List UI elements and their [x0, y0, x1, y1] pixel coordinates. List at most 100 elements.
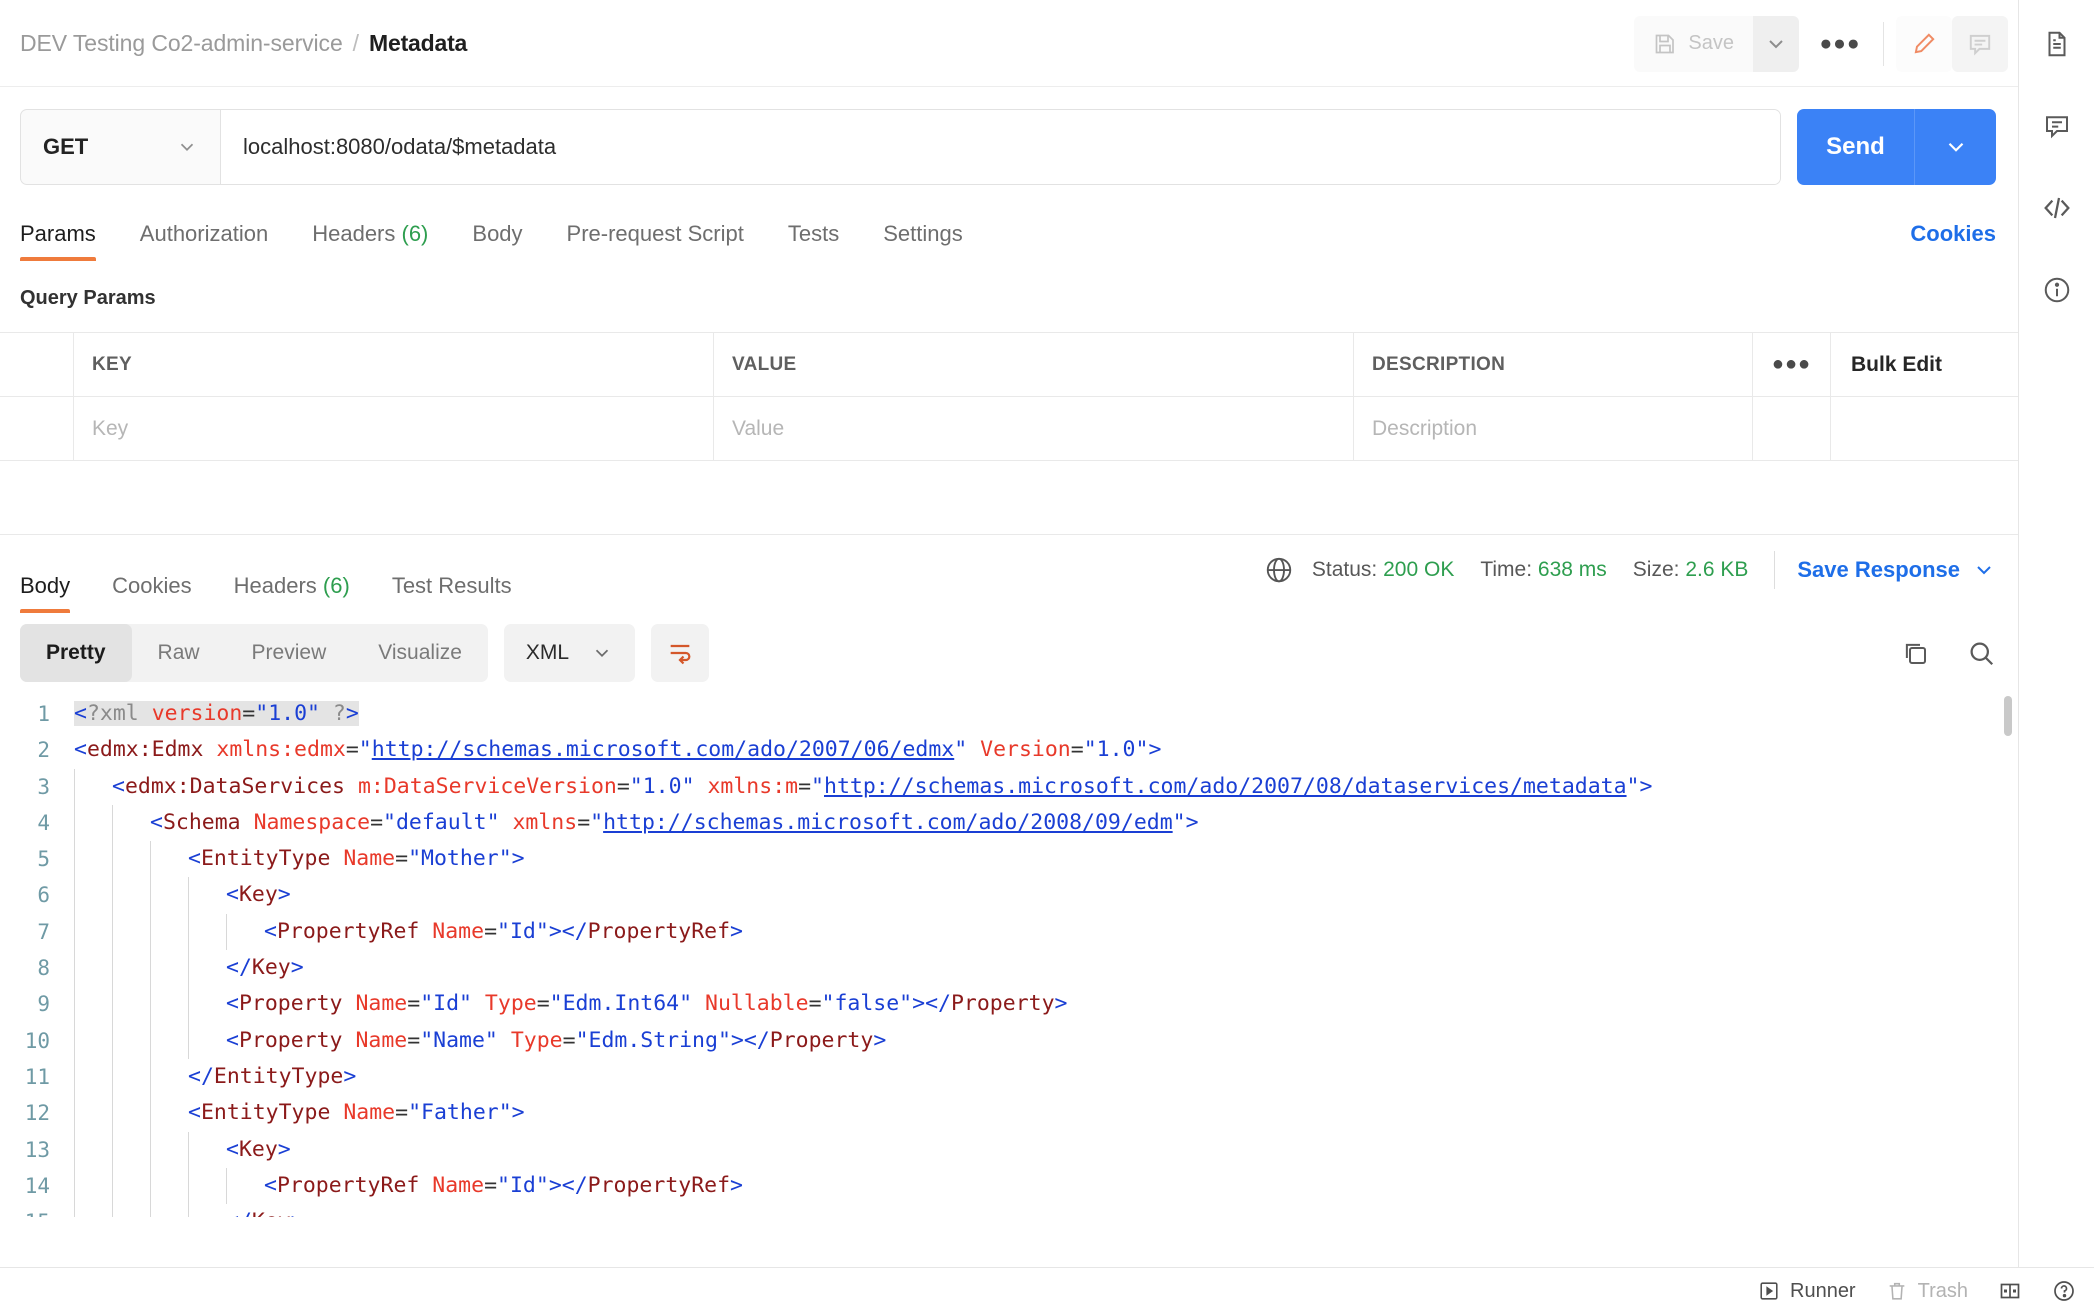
response-tab-cookies-label: Cookies	[112, 573, 191, 598]
send-button[interactable]: Send	[1797, 109, 1914, 185]
http-method-select[interactable]: GET	[21, 110, 221, 184]
view-mode-visualize[interactable]: Visualize	[352, 624, 488, 682]
bulk-edit-button[interactable]: Bulk Edit	[1831, 333, 2018, 396]
code-line: 10<Property Name="Name" Type="Edm.String…	[0, 1023, 2018, 1059]
tab-settings[interactable]: Settings	[883, 221, 963, 261]
breadcrumb-collection[interactable]: DEV Testing Co2-admin-service	[20, 30, 343, 57]
tab-tests[interactable]: Tests	[788, 221, 839, 261]
search-icon[interactable]	[1966, 638, 1996, 668]
response-tab-cookies[interactable]: Cookies	[112, 573, 191, 613]
send-button-group: Send	[1797, 109, 1996, 185]
tab-params[interactable]: Params	[20, 221, 96, 261]
documentation-icon[interactable]	[2035, 22, 2079, 66]
indent-guide	[150, 914, 188, 950]
tab-tests-label: Tests	[788, 221, 839, 246]
indent-guide	[74, 841, 112, 877]
response-tools	[1900, 638, 1996, 668]
view-mode-raw[interactable]: Raw	[132, 624, 226, 682]
indent-guide	[112, 950, 150, 986]
query-params-table: KEY VALUE DESCRIPTION ●●● Bulk Edit Key …	[0, 332, 2018, 461]
tab-headers-count: (6)	[402, 221, 429, 246]
view-mode-preview[interactable]: Preview	[226, 624, 353, 682]
tab-body[interactable]: Body	[472, 221, 522, 261]
param-description-cell[interactable]: Description	[1354, 397, 1753, 460]
send-dropdown-button[interactable]	[1914, 109, 1996, 185]
response-tab-body-label: Body	[20, 573, 70, 598]
code-text: <Schema Namespace="default" xmlns="http:…	[74, 805, 1199, 841]
runner-button[interactable]: Runner	[1758, 1280, 1856, 1303]
param-value-cell[interactable]: Value	[714, 397, 1354, 460]
size-meta: Size: 2.6 KB	[1633, 558, 1749, 582]
code-snippet-icon[interactable]	[2035, 186, 2079, 230]
code-line: 8</Key>	[0, 950, 2018, 986]
comment-button[interactable]	[1952, 16, 2008, 72]
code-text: </Key>	[74, 950, 304, 986]
row-checkbox-cell[interactable]	[0, 397, 74, 460]
tab-pre-request-script[interactable]: Pre-request Script	[567, 221, 744, 261]
two-pane-layout-toggle[interactable]	[1998, 1279, 2022, 1303]
indent-guide	[150, 986, 188, 1022]
code-text: <PropertyRef Name="Id"></PropertyRef>	[74, 914, 743, 950]
code-line: 12<EntityType Name="Father">	[0, 1095, 2018, 1131]
tab-headers[interactable]: Headers (6)	[312, 221, 428, 261]
code-scrollbar[interactable]	[2004, 696, 2012, 736]
tab-params-label: Params	[20, 221, 96, 246]
tab-authorization[interactable]: Authorization	[140, 221, 268, 261]
copy-icon[interactable]	[1900, 638, 1930, 668]
comments-icon[interactable]	[2035, 104, 2079, 148]
response-tab-headers[interactable]: Headers (6)	[234, 573, 350, 613]
code-line: 14<PropertyRef Name="Id"></PropertyRef>	[0, 1168, 2018, 1204]
request-tabs: Params Authorization Headers (6) Body Pr…	[0, 185, 2018, 261]
indent-guide	[112, 1132, 150, 1168]
param-key-cell[interactable]: Key	[74, 397, 714, 460]
line-number: 6	[0, 877, 74, 913]
line-number: 15	[0, 1204, 74, 1217]
view-mode-pretty[interactable]: Pretty	[20, 624, 132, 682]
response-tab-headers-count: (6)	[323, 573, 350, 598]
param-value-input[interactable]: Value	[732, 417, 784, 441]
table-options-button[interactable]: ●●●	[1753, 333, 1831, 396]
save-dropdown-button[interactable]	[1753, 16, 1799, 72]
code-line: 5<EntityType Name="Mother">	[0, 841, 2018, 877]
breadcrumb-current: Metadata	[369, 30, 467, 57]
edit-pencil-button[interactable]	[1896, 16, 1952, 72]
info-icon[interactable]	[2035, 268, 2079, 312]
response-body-code[interactable]: 1<?xml version="1.0" ?>2<edmx:Edmx xmlns…	[0, 687, 2018, 1217]
tab-headers-label: Headers	[312, 221, 395, 246]
param-description-input[interactable]: Description	[1372, 417, 1477, 441]
code-line: 13<Key>	[0, 1132, 2018, 1168]
trash-label: Trash	[1918, 1280, 1968, 1303]
response-tab-headers-label: Headers	[234, 573, 317, 598]
indent-guide	[112, 1059, 150, 1095]
code-lines: 1<?xml version="1.0" ?>2<edmx:Edmx xmlns…	[0, 688, 2018, 1217]
code-text: <Key>	[74, 877, 291, 913]
response-tab-test-results[interactable]: Test Results	[392, 573, 512, 613]
main-column: DEV Testing Co2-admin-service / Metadata…	[0, 0, 2018, 1267]
code-line: 1<?xml version="1.0" ?>	[0, 696, 2018, 732]
meta-divider	[1774, 551, 1775, 589]
word-wrap-toggle[interactable]	[651, 624, 709, 682]
response-header: Body Cookies Headers (6) Test Results	[0, 535, 2018, 613]
param-key-input[interactable]: Key	[92, 417, 128, 441]
code-text: <edmx:Edmx xmlns:edmx="http://schemas.mi…	[74, 732, 1161, 768]
response-format-select[interactable]: XML	[504, 624, 635, 682]
indent-guide	[112, 1023, 150, 1059]
indent-guide	[74, 1168, 112, 1204]
row-options-spacer	[1753, 397, 1831, 460]
help-button[interactable]	[2052, 1279, 2076, 1303]
line-number: 13	[0, 1132, 74, 1168]
request-url-input[interactable]	[221, 110, 1780, 184]
code-text: <PropertyRef Name="Id"></PropertyRef>	[74, 1168, 743, 1204]
cookies-link[interactable]: Cookies	[1910, 221, 1996, 247]
response-tab-body[interactable]: Body	[20, 573, 70, 613]
indent-guide	[150, 1023, 188, 1059]
more-options-button[interactable]: ●●●	[1809, 16, 1871, 72]
trash-button[interactable]: Trash	[1886, 1280, 1968, 1303]
url-bar: GET Send	[0, 87, 2018, 185]
save-response-button[interactable]: Save Response	[1797, 557, 1996, 583]
save-button[interactable]: Save	[1634, 16, 1753, 72]
indent-guide	[150, 1204, 188, 1217]
header-actions: Save ●●●	[1634, 0, 2008, 87]
code-line: 4<Schema Namespace="default" xmlns="http…	[0, 805, 2018, 841]
time-value: 638 ms	[1538, 558, 1607, 581]
